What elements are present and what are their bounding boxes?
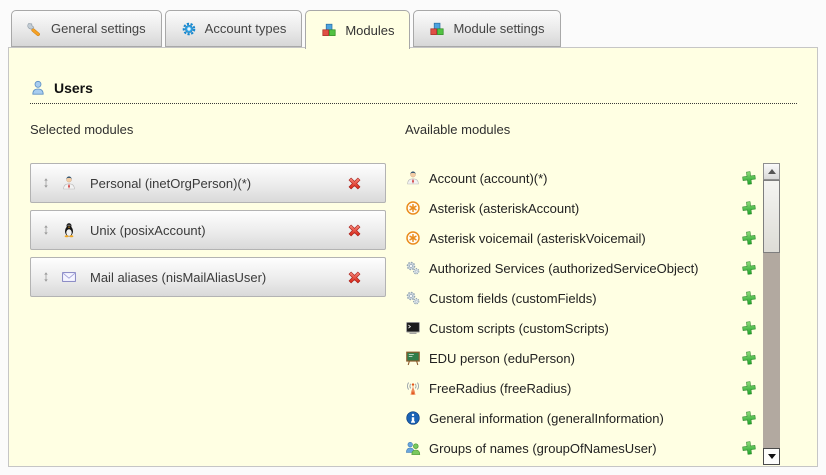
down-arrow-icon: [768, 454, 776, 459]
tab-label: Account types: [205, 21, 287, 36]
gears-icon: [405, 290, 421, 306]
add-module-button[interactable]: [741, 320, 757, 336]
available-modules-label: Available modules: [405, 122, 757, 138]
up-arrow-icon: [768, 169, 776, 174]
modules-icon: [321, 22, 337, 38]
module-name: Unix (posixAccount): [90, 223, 346, 238]
available-module-row: Custom fields (customFields): [405, 283, 757, 313]
scroll-down-button[interactable]: [763, 448, 780, 465]
drag-handle-icon[interactable]: [40, 176, 52, 190]
module-name: FreeRadius (freeRadius): [429, 381, 571, 396]
chalkboard-icon: [405, 350, 421, 366]
terminal-icon: [405, 320, 421, 336]
tab-module-settings[interactable]: Module settings: [413, 10, 560, 47]
tab-account-types[interactable]: Account types: [165, 10, 303, 47]
module-name: EDU person (eduPerson): [429, 351, 575, 366]
selected-module-row[interactable]: Unix (posixAccount): [30, 210, 386, 250]
tab-modules[interactable]: Modules: [305, 10, 410, 49]
tab-label: Modules: [345, 23, 394, 38]
add-module-button[interactable]: [741, 350, 757, 366]
add-module-button[interactable]: [741, 380, 757, 396]
remove-module-button[interactable]: [346, 269, 363, 286]
available-modules-scrollbar[interactable]: [763, 163, 780, 465]
selected-modules-list: Personal (inetOrgPerson)(*) Unix (posixA…: [30, 163, 386, 297]
module-name: General information (generalInformation): [429, 411, 664, 426]
penguin-icon: [61, 222, 77, 238]
add-module-button[interactable]: [741, 410, 757, 426]
available-module-row: Asterisk (asteriskAccount): [405, 193, 757, 223]
module-name: Asterisk (asteriskAccount): [429, 201, 579, 216]
available-module-row: Groups of names (groupOfNamesUser): [405, 433, 757, 463]
gear-icon: [181, 21, 197, 37]
available-module-row: FreeRadius (freeRadius): [405, 373, 757, 403]
available-module-row: Account (account)(*): [405, 163, 757, 193]
tab-bar: General settings Account types Modules M…: [11, 10, 561, 49]
module-name: Custom fields (customFields): [429, 291, 597, 306]
module-name: Asterisk voicemail (asteriskVoicemail): [429, 231, 646, 246]
user-icon: [30, 80, 46, 96]
tab-label: General settings: [51, 21, 146, 36]
tab-general-settings[interactable]: General settings: [11, 10, 162, 47]
add-module-button[interactable]: [741, 290, 757, 306]
wrench-icon: [27, 21, 43, 37]
info-icon: [405, 410, 421, 426]
tab-label: Module settings: [453, 21, 544, 36]
asterisk-icon: [405, 200, 421, 216]
mail-icon: [61, 269, 77, 285]
add-module-button[interactable]: [741, 170, 757, 186]
scrollbar-thumb[interactable]: [763, 180, 780, 253]
modules-icon: [429, 21, 445, 37]
module-name: Account (account)(*): [429, 171, 548, 186]
asterisk-icon: [405, 230, 421, 246]
drag-handle-icon[interactable]: [40, 223, 52, 237]
module-name: Personal (inetOrgPerson)(*): [90, 176, 346, 191]
selected-module-row[interactable]: Personal (inetOrgPerson)(*): [30, 163, 386, 203]
module-name: Custom scripts (customScripts): [429, 321, 609, 336]
available-module-row: Asterisk voicemail (asteriskVoicemail): [405, 223, 757, 253]
selected-module-row[interactable]: Mail aliases (nisMailAliasUser): [30, 257, 386, 297]
add-module-button[interactable]: [741, 260, 757, 276]
module-name: Authorized Services (authorizedServiceOb…: [429, 261, 699, 276]
module-name: Mail aliases (nisMailAliasUser): [90, 270, 346, 285]
person-icon: [405, 170, 421, 186]
add-module-button[interactable]: [741, 230, 757, 246]
selected-modules-column: Selected modules Personal (inetOrgPerson…: [30, 122, 386, 304]
available-module-row: Custom scripts (customScripts): [405, 313, 757, 343]
available-module-row: General information (generalInformation): [405, 403, 757, 433]
section-heading: Users: [30, 80, 797, 104]
lam-configuration-window: General settings Account types Modules M…: [0, 0, 826, 475]
module-name: Groups of names (groupOfNamesUser): [429, 441, 657, 456]
remove-module-button[interactable]: [346, 175, 363, 192]
add-module-button[interactable]: [741, 440, 757, 456]
drag-handle-icon[interactable]: [40, 270, 52, 284]
person-icon: [61, 175, 77, 191]
antenna-icon: [405, 380, 421, 396]
section-title: Users: [54, 80, 93, 96]
available-modules-column: Available modules Account (account)(*) A…: [405, 122, 757, 463]
gears-icon: [405, 260, 421, 276]
available-module-row: EDU person (eduPerson): [405, 343, 757, 373]
scroll-up-button[interactable]: [763, 163, 780, 180]
add-module-button[interactable]: [741, 200, 757, 216]
remove-module-button[interactable]: [346, 222, 363, 239]
group-icon: [405, 440, 421, 456]
available-modules-list: Account (account)(*) Asterisk (asteriskA…: [405, 163, 757, 463]
selected-modules-label: Selected modules: [30, 122, 386, 138]
available-module-row: Authorized Services (authorizedServiceOb…: [405, 253, 757, 283]
